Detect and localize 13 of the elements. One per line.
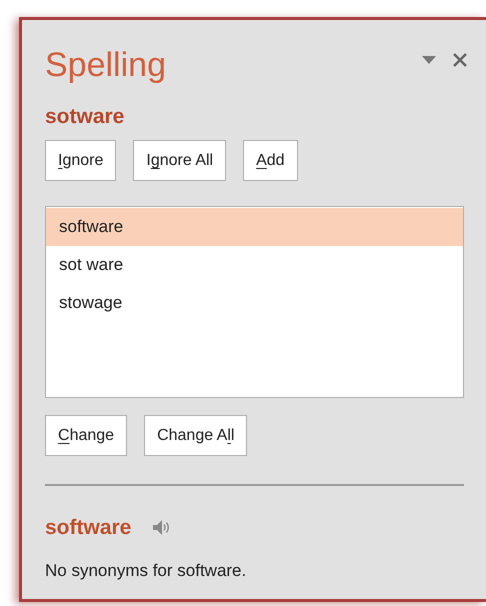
- speaker-icon[interactable]: [153, 520, 170, 536]
- change-all-button[interactable]: Change All: [144, 415, 248, 456]
- suggestion-item[interactable]: software: [46, 208, 463, 246]
- synonym-word: software: [45, 515, 132, 541]
- change-button[interactable]: Change: [45, 415, 128, 456]
- ignore-all-button[interactable]: Ignore All: [133, 140, 226, 181]
- dropdown-icon[interactable]: [422, 56, 436, 64]
- synonym-message: No synonyms for software.: [45, 560, 248, 582]
- pane-title: Spelling: [45, 48, 166, 82]
- close-icon[interactable]: [452, 52, 468, 68]
- misspelled-word: sotware: [45, 106, 126, 127]
- ignore-button[interactable]: Ignore: [45, 140, 116, 181]
- add-button[interactable]: Add: [243, 140, 298, 181]
